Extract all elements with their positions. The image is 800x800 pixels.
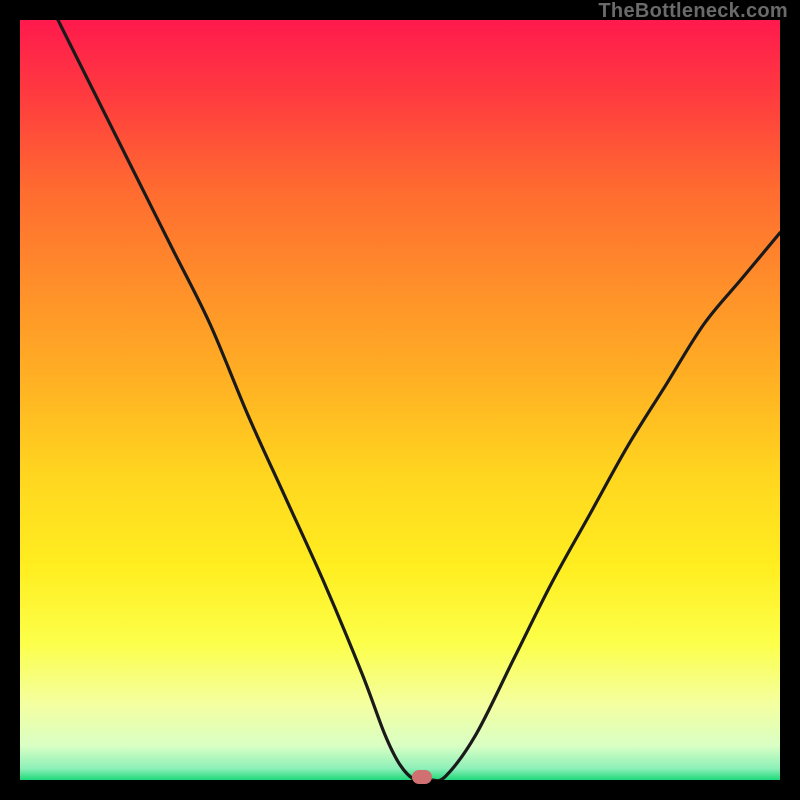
bottleneck-curve [20, 20, 780, 780]
curve-path [58, 20, 780, 780]
optimal-point-marker [412, 770, 432, 784]
watermark-label: TheBottleneck.com [598, 0, 788, 23]
chart-plot-area [20, 20, 780, 780]
